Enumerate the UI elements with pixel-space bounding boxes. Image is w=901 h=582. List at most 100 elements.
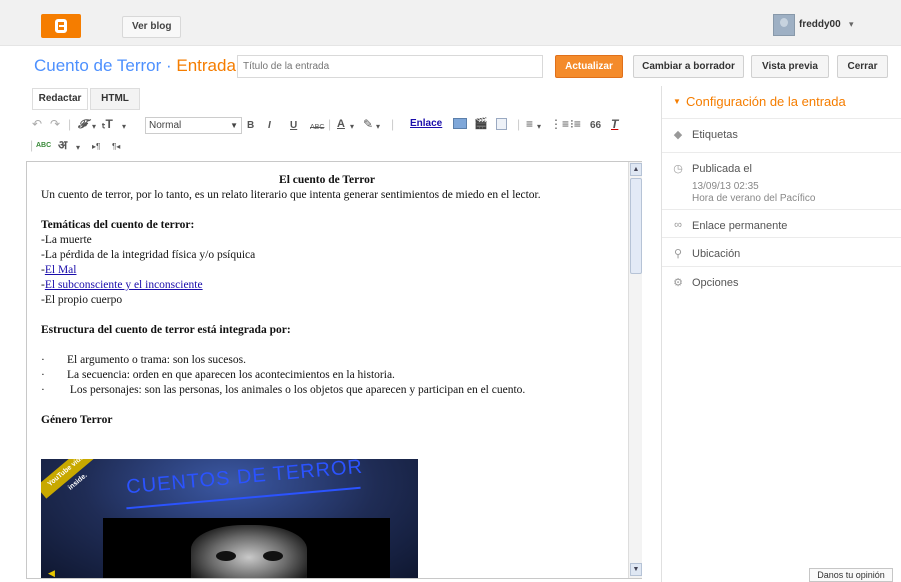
sidebar-item-location[interactable]: ⚲ Ubicación: [662, 237, 901, 266]
toolbar-divider: |: [391, 117, 395, 131]
structure-text: Los personajes: son las personas, los an…: [67, 384, 526, 396]
sidebar-item-label: Publicada el: [692, 163, 752, 175]
post-settings-title: Configuración de la entrada: [686, 94, 846, 109]
chevron-down-icon[interactable]: ▾: [92, 120, 96, 134]
format-select-value: Normal: [149, 120, 182, 131]
highlight-icon[interactable]: ✎: [363, 117, 373, 131]
update-button[interactable]: Actualizar: [555, 55, 623, 78]
editor-toolbar-row2: | ABC अ ▾ ▸¶ ¶◂: [30, 138, 230, 156]
sidebar-item-options[interactable]: ⚙ Opciones: [662, 266, 901, 296]
title-separator: ·: [161, 56, 177, 75]
tab-compose[interactable]: Redactar: [32, 88, 88, 110]
theme-item: -El propio cuerpo: [41, 294, 123, 306]
bullet-dot: ·: [41, 384, 45, 396]
toolbar-divider: |: [68, 117, 72, 131]
post-label: Entrada: [176, 56, 236, 75]
structure-text: La secuencia: orden en que aparecen los …: [67, 369, 395, 381]
editor-frame[interactable]: El cuento de Terror Un cuento de terror,…: [26, 161, 642, 579]
align-icon[interactable]: ≡: [526, 117, 533, 131]
blog-name-link[interactable]: Cuento de Terror: [34, 56, 161, 75]
structure-item: · Los personajes: son las personas, los …: [41, 383, 613, 398]
theme-item: -El Mal: [41, 263, 613, 278]
username-label[interactable]: freddy00: [799, 19, 841, 30]
scroll-down-icon[interactable]: ▼: [630, 563, 642, 576]
chevron-down-icon[interactable]: ▾: [849, 19, 854, 30]
scroll-up-icon[interactable]: ▲: [630, 163, 642, 176]
insert-video-icon[interactable]: 🎬: [474, 117, 488, 131]
clear-format-icon[interactable]: T: [611, 117, 618, 131]
sidebar-item-label: Enlace permanente: [692, 220, 788, 232]
format-select[interactable]: Normal ▼: [145, 117, 242, 134]
insert-image-icon[interactable]: [453, 118, 467, 129]
page-title: Cuento de Terror · Entrada: [34, 56, 236, 76]
sidebar-item-label: Opciones: [692, 277, 739, 289]
insert-link-button[interactable]: Enlace: [410, 117, 442, 131]
strikethrough-button[interactable]: ABC: [310, 121, 324, 135]
rtl-icon[interactable]: ¶◂: [112, 140, 120, 154]
chevron-down-icon[interactable]: ▾: [376, 120, 380, 134]
bullet-dot: ·: [41, 369, 45, 381]
chevron-down-icon[interactable]: ▾: [350, 120, 354, 134]
post-settings-header[interactable]: ▼ Configuración de la entrada: [662, 86, 901, 118]
post-title-input[interactable]: [237, 55, 543, 78]
location-pin-icon: ⚲: [673, 248, 683, 260]
quote-icon[interactable]: 66: [590, 119, 601, 133]
font-family-icon[interactable]: 𝓕: [78, 117, 87, 131]
close-button[interactable]: Cerrar: [837, 55, 888, 78]
clock-icon: ◷: [673, 163, 683, 175]
chevron-down-icon[interactable]: ▾: [122, 120, 126, 134]
toolbar-divider: |: [328, 117, 332, 131]
jump-break-icon[interactable]: [496, 118, 507, 130]
published-date: 13/09/13 02:35: [692, 181, 759, 192]
tab-html[interactable]: HTML: [90, 88, 140, 110]
theme-link[interactable]: El subconsciente y el inconsciente: [45, 279, 203, 291]
bullet-list-icon[interactable]: ⁝≡: [570, 117, 581, 131]
content-title: El cuento de Terror: [279, 174, 375, 186]
link-icon: ∞: [674, 219, 682, 231]
sidebar-item-published[interactable]: ◷ Publicada el 13/09/13 02:35 Hora de ve…: [662, 152, 901, 209]
redo-icon[interactable]: ↷: [50, 117, 60, 131]
published-timezone: Hora de verano del Pacífico: [692, 193, 816, 204]
genre-heading: Género Terror: [41, 414, 113, 426]
scroll-thumb[interactable]: [630, 178, 642, 274]
themes-heading: Temáticas del cuento de terror:: [41, 219, 195, 231]
chevron-down-icon[interactable]: ▾: [76, 141, 80, 155]
avatar[interactable]: [773, 14, 795, 36]
structure-heading: Estructura del cuento de terror está int…: [41, 324, 291, 336]
spell-check-icon[interactable]: ABC: [36, 139, 51, 153]
theme-item: -El subconsciente y el inconsciente: [41, 278, 613, 293]
top-bar: Ver blog freddy00 ▾: [0, 0, 901, 46]
speaker-icon: ◀: [48, 568, 55, 578]
editor-content[interactable]: El cuento de Terror Un cuento de terror,…: [27, 162, 627, 578]
revert-to-draft-button[interactable]: Cambiar a borrador: [633, 55, 744, 78]
ltr-icon[interactable]: ▸¶: [92, 140, 100, 154]
underline-button[interactable]: U: [290, 119, 297, 133]
blogger-logo-icon[interactable]: [41, 14, 81, 38]
numbered-list-icon[interactable]: ⋮≡: [550, 117, 569, 131]
sidebar-item-label: Ubicación: [692, 248, 741, 260]
theme-item: -La pérdida de la integridad física y/o …: [41, 249, 256, 261]
undo-icon[interactable]: ↶: [32, 117, 42, 131]
sidebar-item-labels[interactable]: ◆ Etiquetas: [662, 118, 901, 152]
transliteration-icon[interactable]: अ: [58, 138, 67, 152]
theme-link[interactable]: El Mal: [45, 264, 77, 276]
editor-toolbar: ↶ ↷ | 𝓕 ▾ ₜT ▾ Normal ▼ B I U ABC | A ▾ ✎…: [30, 117, 655, 135]
sidebar-item-permalink[interactable]: ∞ Enlace permanente: [662, 209, 901, 237]
preview-button[interactable]: Vista previa: [751, 55, 829, 78]
font-size-icon[interactable]: ₜT: [102, 117, 113, 131]
tag-icon: ◆: [673, 129, 683, 141]
editor-scrollbar[interactable]: ▲ ▼: [628, 162, 642, 578]
theme-item: -La muerte: [41, 234, 92, 246]
structure-item: · El argumento o trama: son los sucesos.: [41, 353, 613, 368]
bold-button[interactable]: B: [247, 119, 254, 133]
view-blog-button[interactable]: Ver blog: [122, 16, 182, 38]
video-thumbnail[interactable]: CUENTOS DE TERROR YouTube video inside. …: [41, 459, 418, 578]
text-color-button[interactable]: A: [337, 117, 345, 131]
feedback-button[interactable]: Danos tu opinión: [809, 568, 893, 582]
italic-button[interactable]: I: [268, 119, 271, 133]
toolbar-divider: |: [517, 117, 521, 131]
content-intro: Un cuento de terror, por lo tanto, es un…: [41, 189, 541, 201]
gear-icon: ⚙: [673, 277, 683, 289]
toolbar-divider: |: [30, 138, 34, 152]
chevron-down-icon[interactable]: ▾: [537, 120, 541, 134]
